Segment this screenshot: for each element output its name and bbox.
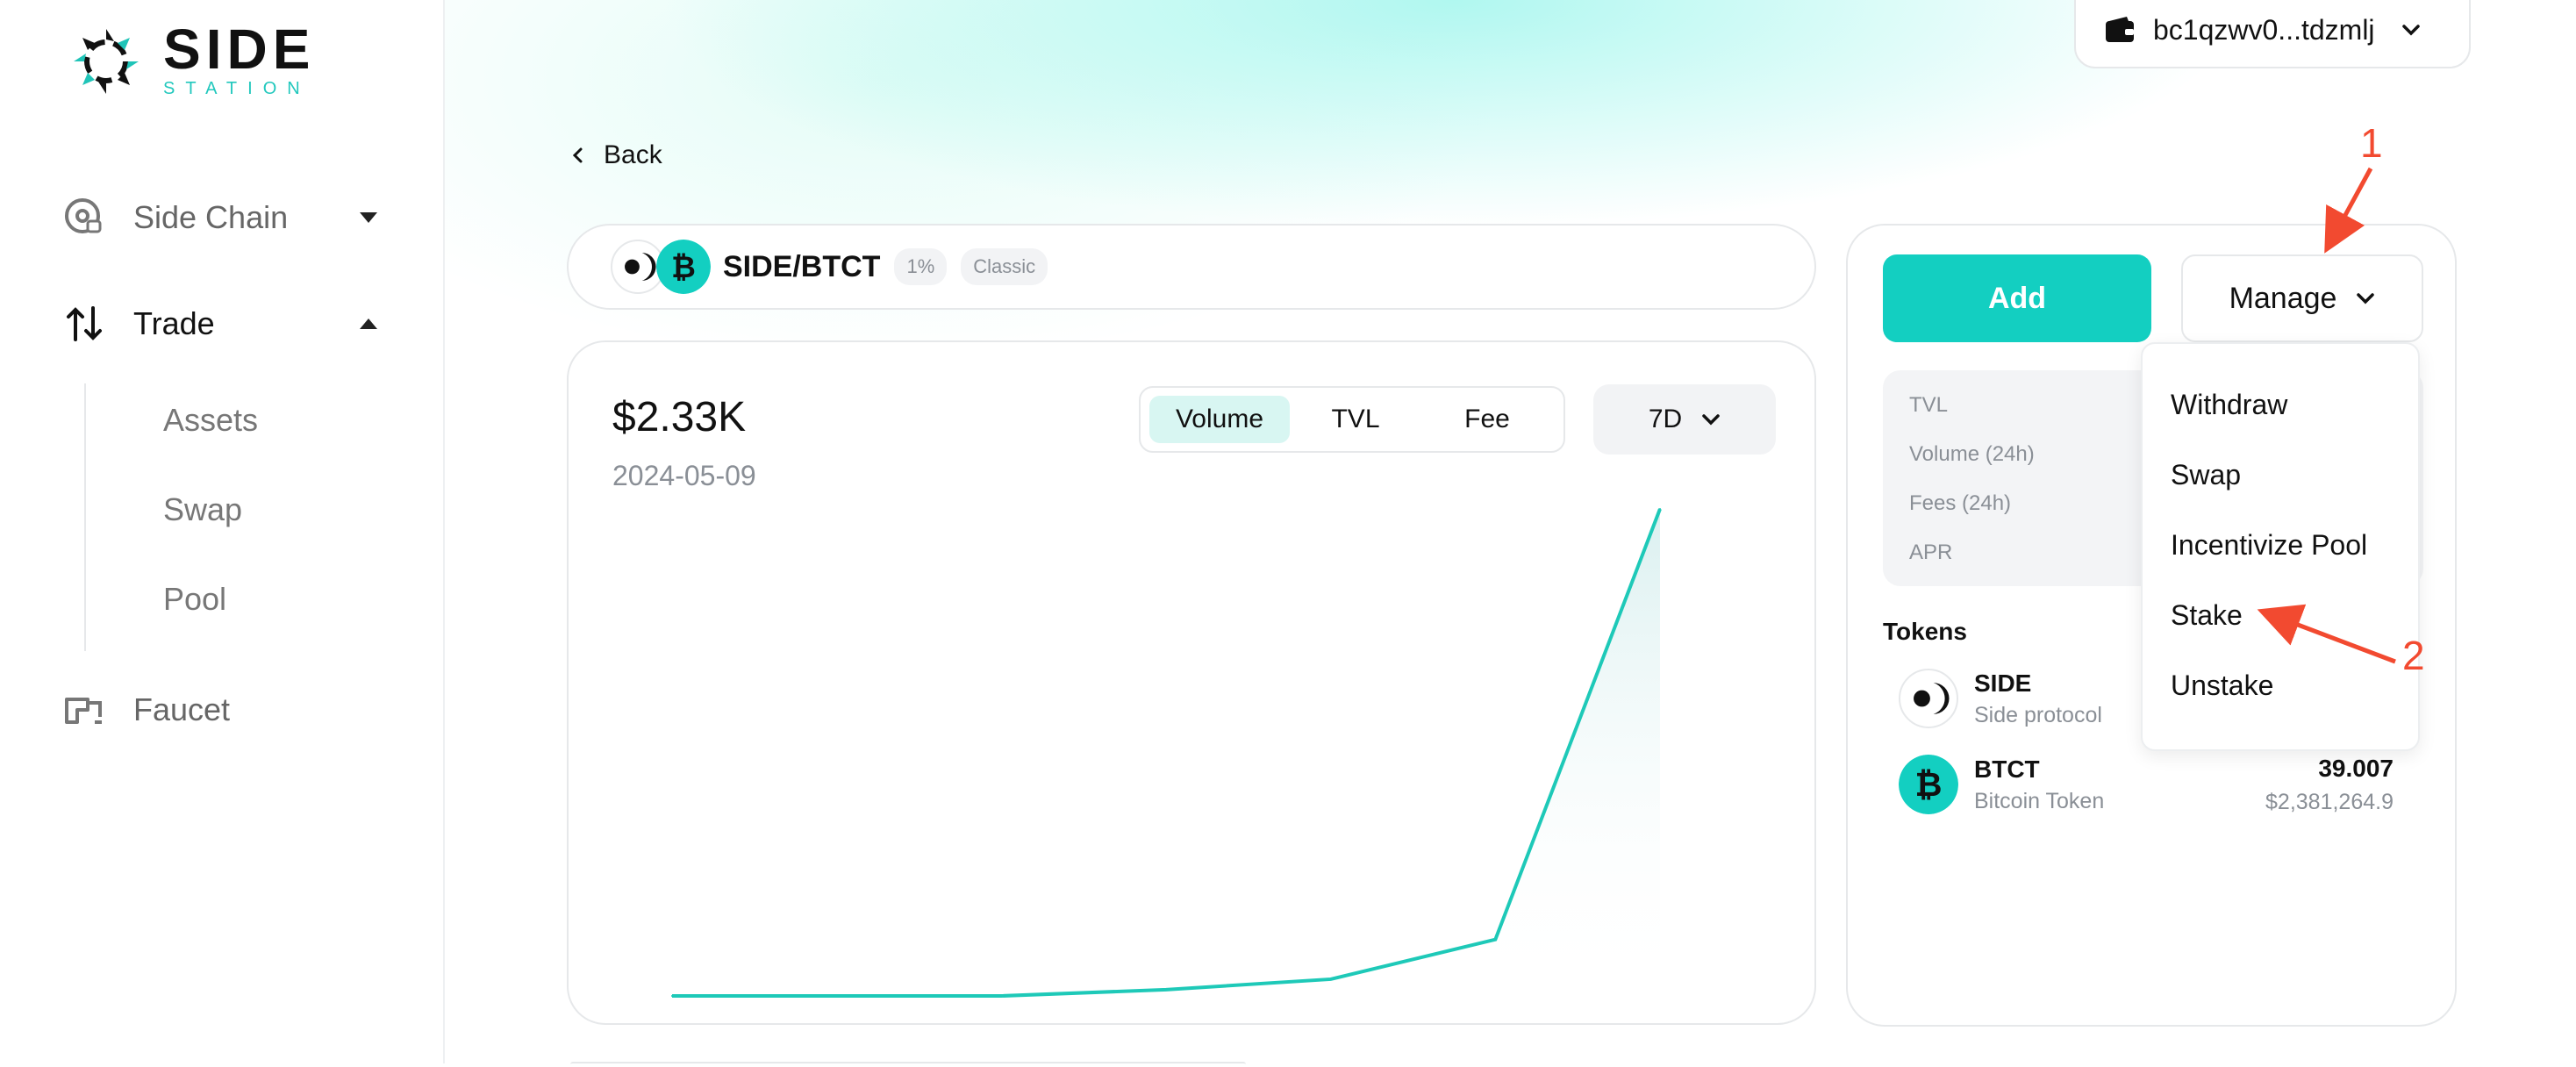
side-token-icon (1899, 669, 1958, 728)
chevron-down-icon (360, 212, 377, 223)
token-name: Bitcoin Token (1974, 788, 2105, 813)
back-link[interactable]: Back (569, 140, 662, 170)
chart-date: 2024-05-09 (612, 460, 756, 491)
chart-point-4 (1165, 988, 1167, 991)
side-chain-icon (65, 198, 102, 233)
annotation-number-1: 1 (2360, 120, 2383, 166)
pair-title: SIDE/BTCT (723, 249, 881, 283)
chart-value: $2.33K (612, 394, 747, 440)
svg-text:₿: ₿ (1915, 767, 1943, 804)
sidebar-item-label: Side Chain (133, 199, 289, 235)
sidebar-item-assets[interactable]: Assets (163, 402, 258, 439)
token-usd-value: $2,381,264.9 (2265, 790, 2394, 814)
back-label: Back (604, 140, 662, 169)
add-button[interactable]: Add (1883, 254, 2151, 342)
next-card-edge (570, 1062, 1246, 1067)
tab-tvl[interactable]: TVL (1290, 396, 1421, 443)
sidebar-item-side-chain[interactable]: Side Chain (61, 195, 377, 240)
stat-tvl-label: TVL (1909, 393, 1949, 417)
submenu-line (84, 383, 86, 651)
tab-fee[interactable]: Fee (1421, 396, 1553, 443)
token-balance-btct: 39.007 $2,381,264.9 (2265, 755, 2394, 815)
stat-fees-label: Fees (24h) (1909, 491, 2012, 515)
metric-tabs: Volume TVL Fee (1139, 386, 1565, 453)
chart-point-6 (1494, 938, 1497, 941)
menu-item-swap[interactable]: Swap (2171, 459, 2241, 491)
sidebar-item-trade[interactable]: Trade (61, 301, 377, 347)
wallet-button[interactable]: bc1qzwv0...tdzmlj (2074, 0, 2471, 68)
stat-apr-label: APR (1909, 541, 1953, 564)
token-symbol: SIDE (1974, 669, 2032, 697)
period-select[interactable]: 7D (1593, 384, 1776, 455)
token-name: Side protocol (1974, 702, 2102, 727)
chart-area-fill (672, 509, 1660, 996)
sidebar-item-label: Trade (133, 305, 215, 341)
period-value: 7D (1648, 405, 1683, 433)
pool-header: ₿ SIDE/BTCT 1% Classic (567, 224, 1816, 310)
chart-card: $2.33K 2024-05-09 Volume TVL Fee 7D (567, 340, 1816, 1025)
brand-title: SIDE (163, 18, 316, 81)
token-amount: 39.007 (2318, 755, 2394, 782)
btct-token-icon: ₿ (1899, 755, 1958, 814)
sidebar-item-pool[interactable]: Pool (163, 581, 226, 618)
chevron-left-icon (572, 147, 583, 163)
chevron-up-icon (360, 319, 377, 329)
sidebar: SIDE STATION Side Chain Trade Assets Swa… (0, 0, 445, 1063)
menu-item-incentivize-pool[interactable]: Incentivize Pool (2171, 529, 2367, 562)
wallet-address: bc1qzwv0...tdzmlj (2153, 13, 2375, 46)
menu-item-unstake[interactable]: Unstake (2171, 670, 2273, 702)
trade-arrows-icon (67, 306, 102, 341)
tab-volume[interactable]: Volume (1149, 396, 1290, 443)
wallet-icon (2106, 17, 2134, 42)
manage-button[interactable]: Manage (2181, 254, 2423, 342)
chart-point-2 (835, 995, 838, 997)
token-symbol: BTCT (1974, 755, 2040, 783)
menu-item-stake[interactable]: Stake (2171, 599, 2243, 632)
token-row-side: SIDE Side protocol (1899, 669, 2102, 728)
pool-type-badge: Classic (961, 248, 1048, 285)
chart-point-3 (1000, 995, 1003, 997)
annotation-number-2: 2 (2402, 633, 2425, 678)
brand-subtitle: STATION (163, 79, 311, 98)
side-logo-icon (74, 28, 139, 94)
tokens-heading: Tokens (1883, 618, 1967, 645)
svg-text:₿: ₿ (671, 251, 696, 284)
chevron-down-icon (1702, 414, 1720, 426)
chart-point-1 (671, 995, 673, 997)
stat-volume-label: Volume (24h) (1909, 442, 2035, 466)
sidebar-item-swap[interactable]: Swap (163, 491, 242, 528)
faucet-icon (65, 698, 102, 724)
chart-point-7 (1659, 508, 1661, 510)
sidebar-item-label: Faucet (133, 691, 231, 727)
volume-chart (671, 508, 1662, 998)
token-row-btct: ₿ BTCT Bitcoin Token (1899, 755, 2104, 814)
fee-badge: 1% (894, 248, 948, 285)
menu-item-withdraw[interactable]: Withdraw (2171, 389, 2287, 421)
chart-point-5 (1329, 977, 1332, 980)
chevron-down-icon (2401, 25, 2420, 36)
logo[interactable]: SIDE STATION (68, 18, 316, 99)
sidebar-item-faucet[interactable]: Faucet (61, 687, 230, 733)
manage-label: Manage (2229, 281, 2337, 315)
btct-token-icon: ₿ (656, 240, 711, 294)
chevron-down-icon (2357, 293, 2375, 304)
manage-dropdown-menu: Withdraw Swap Incentivize Pool Stake Uns… (2141, 342, 2420, 751)
